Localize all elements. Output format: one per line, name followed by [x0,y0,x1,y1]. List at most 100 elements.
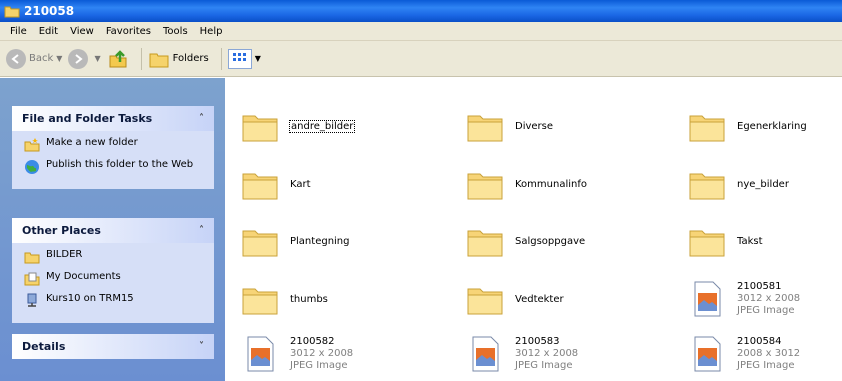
toolbar-divider [220,47,222,70]
folder-item[interactable]: Plantegning [240,221,350,261]
menu-favorites[interactable]: Favorites [100,26,157,37]
folder-item[interactable]: Egenerklaring [687,106,807,146]
panel-title: Details [22,340,66,353]
folders-icon [149,53,169,67]
menu-file[interactable]: File [4,26,33,37]
place-network-drive-link[interactable]: Kurs10 on TRM15 [24,293,204,309]
up-folder-icon [109,49,127,67]
other-places-header[interactable]: Other Places ˄ [12,218,214,243]
file-folder-tasks-header[interactable]: File and Folder Tasks ˄ [12,106,214,131]
publish-web-link[interactable]: Publish this folder to the Web [24,159,204,175]
place-label: Kurs10 on TRM15 [46,293,134,304]
file-dimensions: 3012 x 2008 [290,348,354,359]
make-new-folder-link[interactable]: Make a new folder [24,137,204,153]
folder-item[interactable]: Kart [240,164,311,204]
image-file-item[interactable]: 2100582 3012 x 2008 JPEG Image [240,334,353,374]
menu-view[interactable]: View [64,26,100,37]
place-label: My Documents [46,271,121,282]
file-dimensions: 2008 x 3012 [737,348,801,359]
folders-label: Folders [172,53,209,64]
back-label: Back [29,53,54,64]
folder-icon [4,6,20,18]
folder-item[interactable]: nye_bilder [687,164,789,204]
file-name: 2100581 [737,281,782,292]
back-arrow-icon [6,48,26,69]
place-bilder-link[interactable]: BILDER [24,249,204,265]
details-header[interactable]: Details ˅ [12,334,214,359]
task-pane: File and Folder Tasks ˄ Make a new folde… [0,78,225,381]
jpeg-image-icon [694,281,721,317]
back-dropdown-icon[interactable]: ▼ [56,54,62,63]
file-list: andre_bilder Diverse Egenerklaring Kart … [225,78,842,381]
image-file-item[interactable]: 2100581 3012 x 2008 JPEG Image [687,279,800,319]
folder-icon [689,173,725,200]
my-documents-icon [24,272,40,286]
place-label: BILDER [46,249,83,260]
collapse-chevron-icon[interactable]: ˄ [199,225,204,236]
folder-icon [24,252,40,264]
file-name: Salgsoppgave [515,235,586,247]
toolbar-divider [140,47,142,70]
menu-edit[interactable]: Edit [33,26,64,37]
file-name: andre_bilder [288,119,356,133]
views-grid-icon [227,48,252,69]
up-button[interactable] [107,46,129,72]
forward-arrow-icon [68,48,89,69]
panel-title: File and Folder Tasks [22,112,153,125]
file-dimensions: 3012 x 2008 [515,348,579,359]
folder-icon [467,173,503,200]
forward-button[interactable]: ▼ [68,46,101,72]
folder-icon [467,115,503,142]
file-name: 2100584 [737,336,782,347]
file-name: nye_bilder [737,178,789,190]
toolbar: Back ▼ ▼ Folders ▼ [0,41,842,77]
folders-button[interactable]: Folders [148,46,209,72]
place-my-documents-link[interactable]: My Documents [24,271,204,287]
folder-icon [242,230,278,257]
folder-icon [242,288,278,315]
folder-item[interactable]: Salgsoppgave [465,221,585,261]
file-name: Kart [290,178,311,190]
folder-item[interactable]: Vedtekter [465,279,564,319]
globe-icon [25,160,39,174]
forward-dropdown-icon[interactable]: ▼ [94,54,100,63]
file-name: thumbs [290,293,328,305]
file-dimensions: 3012 x 2008 [737,293,801,304]
file-name: Diverse [515,120,554,132]
file-name: Egenerklaring [737,120,807,132]
folder-item[interactable]: Takst [687,221,763,261]
folder-item[interactable]: Diverse [465,106,553,146]
folder-item[interactable]: andre_bilder [240,106,356,146]
jpeg-image-icon [694,336,721,372]
file-type: JPEG Image [515,360,573,371]
file-folder-tasks-panel: File and Folder Tasks ˄ Make a new folde… [12,106,214,189]
folder-icon [689,230,725,257]
file-name: Plantegning [290,235,350,247]
menu-bar: File Edit View Favorites Tools Help [0,22,842,41]
details-panel: Details ˅ [12,334,214,359]
other-places-panel: Other Places ˄ BILDER My Documents Kurs1… [12,218,214,323]
expand-chevron-icon[interactable]: ˅ [199,341,204,352]
folder-icon [242,115,278,142]
title-bar[interactable]: 210058 [0,0,842,22]
image-file-item[interactable]: 2100583 3012 x 2008 JPEG Image [465,334,578,374]
folder-icon [242,173,278,200]
network-drive-icon [27,293,37,307]
window-title: 210058 [24,4,75,18]
back-button[interactable]: Back ▼ [6,46,62,72]
folder-item[interactable]: thumbs [240,279,328,319]
file-name: Kommunalinfo [515,178,587,190]
task-label: Make a new folder [46,137,138,148]
new-folder-icon [24,138,40,152]
views-dropdown-icon[interactable]: ▼ [255,54,261,63]
menu-tools[interactable]: Tools [157,26,194,37]
folder-item[interactable]: Kommunalinfo [465,164,587,204]
file-name: 2100582 [290,336,335,347]
file-type: JPEG Image [737,360,795,371]
views-button[interactable]: ▼ [227,46,261,72]
file-name: 2100583 [515,336,560,347]
image-file-item[interactable]: 2100584 2008 x 3012 JPEG Image [687,334,800,374]
jpeg-image-icon [247,336,274,372]
collapse-chevron-icon[interactable]: ˄ [199,113,204,124]
menu-help[interactable]: Help [194,26,229,37]
